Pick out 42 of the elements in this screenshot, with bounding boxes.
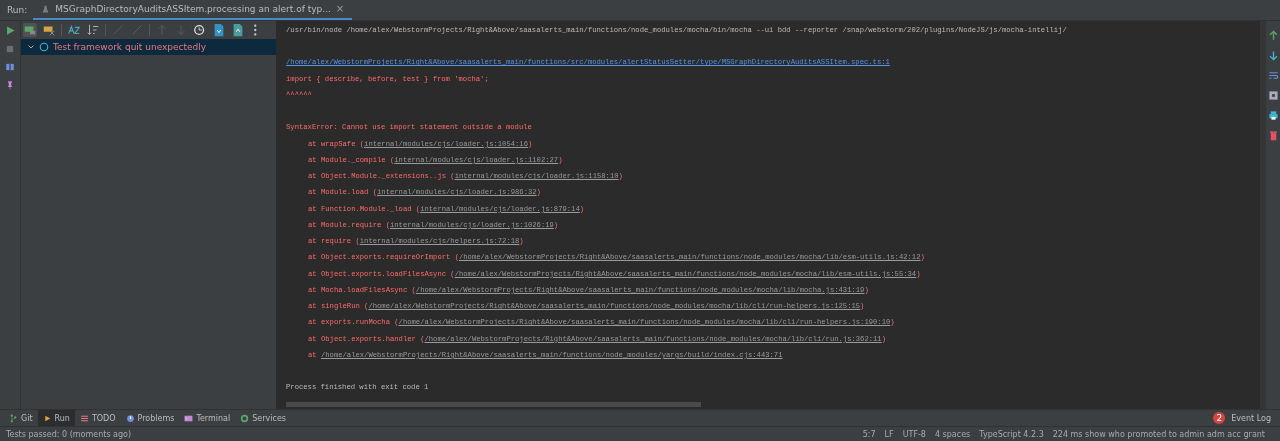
terminal-icon <box>184 413 194 423</box>
print-icon[interactable] <box>1267 109 1279 121</box>
up-arrow-icon[interactable] <box>1267 29 1279 41</box>
tree-row[interactable]: Test framework quit unexpectedly <box>21 38 276 55</box>
history-icon[interactable] <box>193 22 207 37</box>
tool-window-button[interactable]: TODO <box>74 410 121 427</box>
trash-icon[interactable] <box>1267 129 1279 141</box>
tool-window-button[interactable]: Run <box>37 410 75 427</box>
chevron-down-icon[interactable] <box>27 42 35 51</box>
tool-window-button[interactable]: Git <box>4 410 38 427</box>
sort-duration-icon[interactable] <box>86 22 100 37</box>
sort-alpha-icon[interactable] <box>67 22 81 37</box>
down-arrow-icon[interactable] <box>1267 49 1279 61</box>
status-item[interactable]: TypeScript 4.2.3 <box>979 429 1044 439</box>
info-icon <box>125 413 135 423</box>
pin-icon[interactable] <box>5 79 15 90</box>
circle-icon <box>39 41 49 52</box>
status-message: Tests passed: 0 (moments ago) <box>6 429 132 439</box>
run-label: Run: <box>6 4 29 15</box>
stop-icon[interactable] <box>5 43 15 54</box>
import-icon[interactable] <box>212 22 226 37</box>
list-icon <box>79 413 89 423</box>
flask-icon <box>41 3 51 14</box>
soft-wrap-icon[interactable] <box>1267 69 1279 81</box>
status-item[interactable]: 224 ms show who promoted to admin adm acc grant <box>1052 429 1265 439</box>
play-icon[interactable] <box>4 24 16 36</box>
status-item[interactable]: UTF-8 <box>902 429 926 439</box>
event-log-button[interactable]: 2 Event Log <box>1208 410 1276 427</box>
tool-window-button[interactable]: Terminal <box>179 410 236 427</box>
status-item[interactable]: 4 spaces <box>934 429 971 439</box>
status-item[interactable]: 5:7 <box>862 429 876 439</box>
branch-icon <box>9 413 18 423</box>
notification-badge: 2 <box>1213 412 1226 425</box>
tool-window-button[interactable]: Services <box>235 410 291 427</box>
export-icon[interactable] <box>231 22 245 37</box>
passed-toggle-icon[interactable] <box>23 22 37 37</box>
layout-icon[interactable] <box>5 61 15 72</box>
horizontal-scrollbar[interactable] <box>286 402 701 408</box>
status-item[interactable]: LF <box>884 429 894 439</box>
play-icon <box>42 413 52 423</box>
tool-window-button[interactable]: Problems <box>120 410 180 427</box>
close-icon[interactable]: × <box>335 3 345 15</box>
